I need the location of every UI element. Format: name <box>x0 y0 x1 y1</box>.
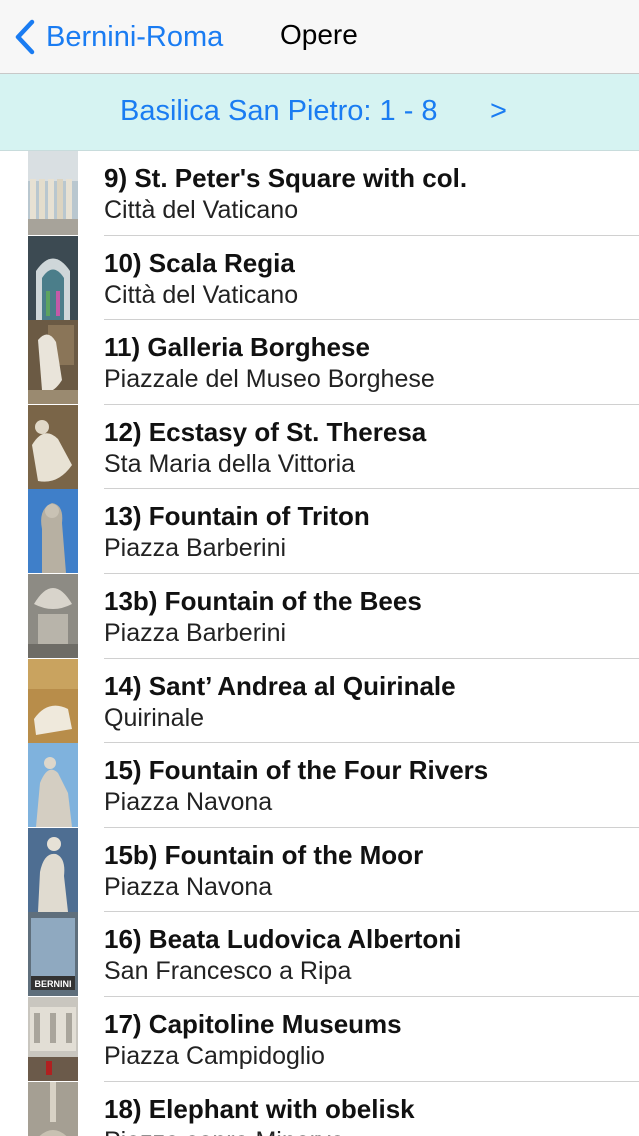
list-item[interactable]: 13b) Fountain of the Bees Piazza Barberi… <box>0 573 639 659</box>
item-title: 11) Galleria Borghese <box>104 332 370 363</box>
back-label: Bernini-Roma <box>46 20 224 53</box>
chevron-left-icon <box>15 19 35 55</box>
thumbnail-image: BERNINI <box>28 912 78 997</box>
list-item[interactable]: 14) Sant’ Andrea al Quirinale Quirinale <box>0 658 639 744</box>
item-subtitle: Quirinale <box>104 703 205 732</box>
item-title: 12) Ecstasy of St. Theresa <box>104 416 427 447</box>
thumbnail-image <box>28 743 78 828</box>
item-title: 13b) Fountain of the Bees <box>104 585 422 616</box>
next-page-button[interactable]: > <box>490 95 507 128</box>
list-item[interactable]: 15b) Fountain of the Moor Piazza Navona <box>0 827 639 913</box>
item-title: 14) Sant’ Andrea al Quirinale <box>104 670 456 701</box>
page-title: Opere <box>280 19 358 50</box>
item-title: 16) Beata Ludovica Albertoni <box>104 924 462 955</box>
item-subtitle: Piazza Navona <box>104 788 273 817</box>
thumb-caption: BERNINI <box>34 979 71 989</box>
item-subtitle: San Francesco a Ripa <box>104 957 352 986</box>
section-header: Basilica San Pietro: 1 - 8 > <box>0 74 639 151</box>
item-subtitle: Piazza Navona <box>104 872 273 901</box>
thumbnail-image <box>28 404 78 489</box>
item-subtitle: Città del Vaticano <box>104 280 299 309</box>
item-title: 17) Capitoline Museums <box>104 1008 402 1039</box>
item-title: 18) Elephant with obelisk <box>104 1093 415 1124</box>
item-subtitle: Piazza Barberini <box>104 618 287 647</box>
thumbnail-image <box>28 827 78 912</box>
item-subtitle: Sta Maria della Vittoria <box>104 449 356 478</box>
list-item[interactable]: 17) Capitoline Museums Piazza Campidogli… <box>0 996 639 1082</box>
item-title: 15b) Fountain of the Moor <box>104 839 424 870</box>
thumbnail-image <box>28 151 78 235</box>
item-subtitle: Piazzale del Museo Borghese <box>104 365 435 394</box>
navigation-bar: Bernini-Roma Opere <box>0 0 639 74</box>
thumbnail-image <box>28 658 78 743</box>
list-item[interactable]: 15) Fountain of the Four Rivers Piazza N… <box>0 743 639 828</box>
item-subtitle: Piazza sopra Minerva <box>104 1127 344 1136</box>
item-subtitle: Città del Vaticano <box>104 196 299 224</box>
section-title[interactable]: Basilica San Pietro: 1 - 8 <box>120 95 438 128</box>
item-subtitle: Piazza Barberini <box>104 534 287 563</box>
item-title: 9) St. Peter's Square with col. <box>104 163 468 193</box>
list-item[interactable]: 18) Elephant with obelisk Piazza sopra M… <box>0 1081 639 1136</box>
list-item[interactable]: BERNINI 16) Beata Ludovica Albertoni San… <box>0 912 639 997</box>
thumbnail-image <box>28 235 78 320</box>
item-subtitle: Piazza Campidoglio <box>104 1041 325 1070</box>
thumbnail-image <box>28 996 78 1081</box>
back-button[interactable]: Bernini-Roma <box>12 14 223 60</box>
list-item[interactable]: 11) Galleria Borghese Piazzale del Museo… <box>0 320 639 405</box>
works-list[interactable]: 9) St. Peter's Square with col. Città de… <box>0 151 639 1136</box>
list-item[interactable]: 9) St. Peter's Square with col. Città de… <box>0 151 639 236</box>
thumbnail-image <box>28 489 78 574</box>
item-title: 10) Scala Regia <box>104 247 295 278</box>
thumbnail-image <box>28 320 78 405</box>
list-item[interactable]: 13) Fountain of Triton Piazza Barberini <box>0 489 639 574</box>
item-title: 13) Fountain of Triton <box>104 501 370 532</box>
list-item[interactable]: 10) Scala Regia Città del Vaticano <box>0 235 639 321</box>
thumbnail-image <box>28 573 78 658</box>
list-item[interactable]: 12) Ecstasy of St. Theresa Sta Maria del… <box>0 404 639 490</box>
item-title: 15) Fountain of the Four Rivers <box>104 755 489 786</box>
thumbnail-image <box>28 1081 78 1136</box>
